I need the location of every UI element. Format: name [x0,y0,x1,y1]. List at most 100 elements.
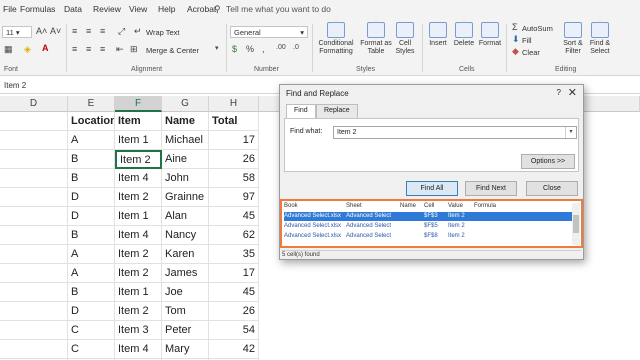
table-cell[interactable]: Peter [162,321,209,340]
table-cell[interactable]: D [68,302,115,321]
table-cell[interactable]: James [162,264,209,283]
result-row[interactable]: Advanced Select.xlsx Advanced Select $F$3 I… [284,212,573,221]
table-cell[interactable]: Aine [162,150,209,169]
align-right-icon[interactable]: ≡ [100,44,105,54]
grid-cell[interactable] [0,264,68,283]
chevron-down-icon[interactable]: ▾ [565,127,576,138]
scrollbar-thumb[interactable] [573,215,579,233]
results-col-book[interactable]: Book [284,203,298,209]
table-cell[interactable]: 54 [209,321,259,340]
close-button[interactable]: Close [526,181,578,196]
menu-help[interactable]: Help [158,4,175,14]
results-col-cell[interactable]: Cell [424,203,434,209]
align-top-icon[interactable]: ≡ [72,26,77,36]
insert-button[interactable]: Insert [426,22,450,48]
table-cell[interactable]: 45 [209,207,259,226]
grid-cell[interactable] [0,112,68,131]
table-cell[interactable]: Item 4 [115,169,162,188]
table-cell[interactable]: Grainne [162,188,209,207]
column-header-f[interactable]: F [115,96,162,112]
table-cell[interactable]: Item 1 [115,207,162,226]
table-cell[interactable]: John [162,169,209,188]
number-format-select[interactable]: General ▾ [230,26,308,38]
currency-icon[interactable]: $ [232,44,237,54]
table-cell[interactable]: A [68,131,115,150]
font-size-select[interactable]: 11 ▾ [2,26,32,38]
grid-cell[interactable] [0,245,68,264]
table-cell[interactable]: B [68,226,115,245]
table-cell[interactable]: 17 [209,264,259,283]
table-cell[interactable]: B [68,283,115,302]
increase-decimal-icon[interactable]: .00 [276,44,286,51]
table-cell[interactable]: 58 [209,169,259,188]
align-middle-icon[interactable]: ≡ [86,26,91,36]
table-cell[interactable]: D [68,188,115,207]
find-what-input[interactable]: Item 2 ▾ [333,126,577,139]
options-button[interactable]: Options >> [521,154,575,169]
grid-cell[interactable] [0,321,68,340]
table-cell[interactable]: Tom [162,302,209,321]
align-center-icon[interactable]: ≡ [86,44,91,54]
table-cell[interactable]: 45 [209,283,259,302]
chevron-down-icon[interactable]: ▾ [215,44,219,52]
name-box[interactable]: Item 2 [0,78,60,94]
conditional-formatting-button[interactable]: Conditional Formatting [314,22,358,56]
help-icon[interactable]: ? [557,88,561,97]
table-cell[interactable]: D [68,207,115,226]
grid-cell[interactable] [0,131,68,150]
grid-cell[interactable] [0,283,68,302]
percent-icon[interactable]: % [246,44,254,54]
column-header-e[interactable]: E [68,96,115,112]
close-icon[interactable]: ✕ [568,86,577,99]
table-cell[interactable]: Item 1 [115,131,162,150]
column-title[interactable]: Name [162,112,209,131]
table-cell[interactable]: Item 3 [115,321,162,340]
table-cell[interactable]: A [68,245,115,264]
grid-cell[interactable] [0,226,68,245]
table-cell[interactable]: Item 2 [115,245,162,264]
grid-cell[interactable] [0,207,68,226]
tab-replace[interactable]: Replace [316,104,358,118]
results-scrollbar[interactable] [572,203,580,245]
table-cell[interactable]: 17 [209,131,259,150]
table-cell[interactable]: 26 [209,150,259,169]
active-cell[interactable]: Item 2 [115,150,162,169]
results-col-value[interactable]: Value [448,203,463,209]
align-left-icon[interactable]: ≡ [72,44,77,54]
align-bottom-icon[interactable]: ≡ [100,26,105,36]
menu-formulas[interactable]: Formulas [20,4,55,14]
format-as-table-button[interactable]: Format as Table [358,22,394,56]
table-cell[interactable]: C [68,340,115,359]
table-cell[interactable]: Joe [162,283,209,302]
column-header-h[interactable]: H [209,96,259,112]
column-title[interactable]: Item [115,112,162,131]
table-cell[interactable]: Item 4 [115,340,162,359]
result-row[interactable]: Advanced Select.xlsx Advanced Select $F$8 I… [284,232,573,241]
result-row[interactable]: Advanced Select.xlsx Advanced Select $F$5 I… [284,222,573,231]
sort-filter-button[interactable]: Sort & Filter [560,22,586,56]
cell-styles-button[interactable]: Cell Styles [394,22,416,56]
comma-style-icon[interactable]: , [262,44,265,54]
table-cell[interactable]: B [68,150,115,169]
results-col-formula[interactable]: Formula [474,203,496,209]
borders-icon[interactable]: ▦ [4,44,13,55]
table-cell[interactable]: Michael [162,131,209,150]
autosum-button[interactable]: AutoSum [522,24,553,33]
table-cell[interactable]: Nancy [162,226,209,245]
table-cell[interactable]: Karen [162,245,209,264]
table-cell[interactable]: B [68,169,115,188]
increase-font-icon[interactable]: A˄ [36,26,47,36]
menu-view[interactable]: View [129,4,147,14]
orientation-icon[interactable]: ⤢ [118,26,125,37]
table-cell[interactable]: Item 1 [115,283,162,302]
wrap-text-button[interactable]: Wrap Text [146,28,180,37]
format-button[interactable]: Format [477,22,503,48]
delete-button[interactable]: Delete [451,22,477,48]
table-cell[interactable]: 42 [209,340,259,359]
grid-cell[interactable] [0,188,68,207]
table-cell[interactable]: Item 2 [115,188,162,207]
table-cell[interactable]: 62 [209,226,259,245]
menu-data[interactable]: Data [64,4,82,14]
find-all-button[interactable]: Find All [406,181,458,196]
table-cell[interactable]: Alan [162,207,209,226]
